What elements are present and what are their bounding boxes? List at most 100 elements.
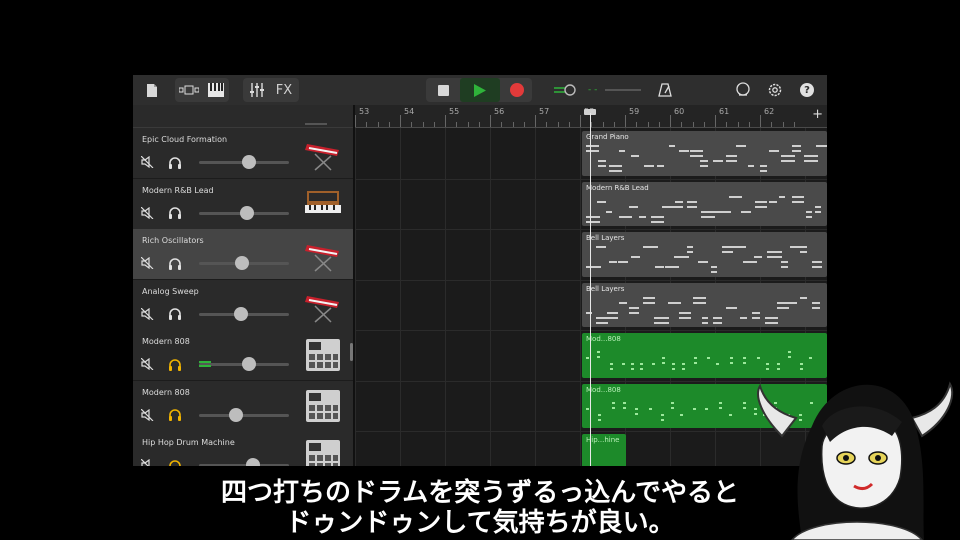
vintage-synth-icon[interactable]: [303, 185, 343, 223]
midi-note: [643, 296, 655, 299]
record-icon[interactable]: [503, 75, 531, 105]
toolbar: FX - - ?: [133, 75, 827, 105]
headphone-icon[interactable]: [167, 407, 183, 423]
mute-icon[interactable]: [139, 457, 155, 466]
volume-knob[interactable]: [246, 458, 260, 466]
mixer-icon[interactable]: [246, 75, 268, 105]
midi-note: [690, 150, 703, 152]
midi-note: [792, 150, 801, 152]
loop-icon[interactable]: [733, 75, 753, 105]
mute-icon[interactable]: [139, 306, 155, 322]
midi-note: [619, 150, 625, 152]
midi-note: [597, 356, 600, 358]
midi-note: [687, 246, 693, 248]
ruler-tick: [467, 122, 469, 127]
help-button[interactable]: ?: [800, 83, 814, 97]
add-section-button[interactable]: +: [812, 107, 823, 122]
keyboard-icon[interactable]: [205, 75, 227, 105]
play-icon[interactable]: [460, 78, 500, 102]
ruler-tick: [388, 122, 390, 127]
volume-knob[interactable]: [241, 155, 256, 169]
ruler-tick: [793, 122, 795, 127]
metronome-icon[interactable]: [655, 75, 675, 105]
region[interactable]: Hip...hine: [582, 434, 626, 466]
region[interactable]: Modern R&B Lead: [582, 181, 827, 226]
track-volume-slider[interactable]: [199, 205, 289, 220]
headphone-icon[interactable]: [167, 255, 183, 271]
tracks-view-icon[interactable]: [177, 75, 201, 105]
track-volume-slider[interactable]: [199, 256, 289, 270]
midi-note: [812, 266, 822, 268]
mute-icon[interactable]: [139, 356, 155, 372]
region[interactable]: Bell Layers: [582, 232, 827, 277]
midi-note: [694, 362, 697, 364]
mute-icon[interactable]: [139, 205, 155, 221]
midi-note: [680, 413, 683, 416]
midi-note: [662, 357, 665, 359]
midi-note: [655, 266, 664, 268]
track-header[interactable]: Hip Hop Drum Machine: [133, 431, 353, 466]
midi-note: [631, 368, 634, 370]
mute-icon[interactable]: [139, 255, 155, 271]
midi-note: [643, 301, 655, 304]
fx-button[interactable]: FX: [271, 75, 297, 105]
volume-knob[interactable]: [235, 256, 250, 270]
track-header[interactable]: Modern 808: [133, 330, 353, 381]
midi-note: [609, 261, 617, 263]
master-volume-icon[interactable]: [551, 75, 581, 105]
volume-knob[interactable]: [228, 407, 243, 422]
drum-machine-icon[interactable]: [303, 336, 343, 374]
volume-fill: [199, 361, 211, 363]
headphone-icon[interactable]: [167, 457, 183, 466]
volume-knob[interactable]: [234, 306, 249, 321]
red-synth-keyboard-icon[interactable]: [303, 235, 343, 273]
midi-note: [661, 413, 664, 416]
midi-note: [687, 251, 693, 253]
midi-note: [598, 413, 601, 416]
ruler-tick: [782, 122, 784, 127]
track-volume-slider[interactable]: [199, 458, 289, 466]
track-header[interactable]: Rich Oscillators: [133, 229, 353, 280]
region[interactable]: Bell Layers: [582, 282, 827, 327]
red-synth-keyboard-icon[interactable]: [303, 286, 343, 324]
ruler-tick: [748, 122, 750, 127]
ruler-tick: [625, 115, 626, 127]
track-header[interactable]: Analog Sweep: [133, 279, 353, 331]
midi-note: [729, 413, 732, 416]
track-header[interactable]: Modern 808: [133, 380, 353, 432]
volume-knob[interactable]: [239, 205, 254, 220]
drum-machine-icon[interactable]: [303, 387, 343, 425]
midi-note: [812, 301, 820, 304]
midi-note: [777, 306, 789, 309]
mute-icon[interactable]: [139, 154, 155, 170]
track-scrollbar[interactable]: [350, 343, 353, 361]
headphone-icon[interactable]: [167, 306, 183, 322]
ruler-tick: [602, 122, 604, 127]
midi-note: [781, 261, 788, 263]
track-header[interactable]: Modern R&B Lead: [133, 178, 353, 230]
help-icon[interactable]: ?: [797, 75, 817, 105]
track-header[interactable]: Epic Cloud Formation: [133, 128, 353, 179]
volume-knob[interactable]: [242, 357, 257, 371]
settings-icon[interactable]: [765, 75, 785, 105]
playhead[interactable]: [590, 113, 591, 466]
headphone-icon[interactable]: [167, 356, 183, 372]
region-label: Bell Layers: [586, 284, 625, 293]
red-synth-keyboard-icon[interactable]: [303, 134, 343, 172]
document-icon[interactable]: [143, 75, 161, 105]
stop-icon[interactable]: [429, 75, 457, 105]
track-volume-slider[interactable]: [199, 306, 289, 321]
track-volume-slider[interactable]: [199, 357, 289, 371]
mute-icon[interactable]: [139, 407, 155, 423]
region[interactable]: Grand Piano: [582, 131, 827, 176]
headphone-icon[interactable]: [167, 154, 183, 170]
track-volume-slider[interactable]: [199, 407, 289, 422]
ruler-tick: [366, 122, 368, 127]
headphone-icon[interactable]: [167, 205, 183, 221]
level-display: - -: [588, 75, 643, 105]
track-name: Modern 808: [142, 387, 190, 397]
drum-machine-icon[interactable]: [303, 437, 343, 466]
track-volume-slider[interactable]: [199, 155, 289, 169]
midi-note: [687, 200, 697, 203]
midi-note: [618, 261, 628, 263]
